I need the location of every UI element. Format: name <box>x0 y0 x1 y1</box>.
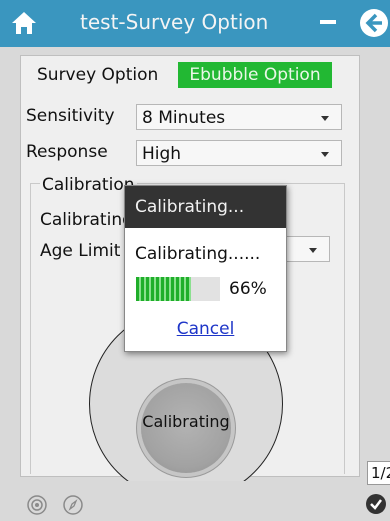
response-select[interactable]: High <box>136 140 342 166</box>
checkmark-icon[interactable] <box>365 493 387 515</box>
sensitivity-select[interactable]: 8 Minutes <box>136 104 342 130</box>
tab-ebubble-option[interactable]: Ebubble Option <box>178 62 332 88</box>
cancel-button[interactable]: Cancel <box>125 319 286 339</box>
back-arrow-icon[interactable] <box>358 7 390 39</box>
page-indicator[interactable]: 1/2 <box>367 461 390 485</box>
calibrating-label: Calibrating <box>40 210 133 230</box>
calibrating-dialog: Calibrating... Calibrating...... 66% Can… <box>124 185 287 352</box>
progress-percent: 66% <box>229 279 267 299</box>
tab-survey-option[interactable]: Survey Option <box>37 62 158 88</box>
window-title: test-Survey Option <box>80 10 269 34</box>
dialog-title: Calibrating... <box>125 186 286 228</box>
minimize-icon[interactable] <box>320 20 336 24</box>
home-icon[interactable] <box>10 10 38 36</box>
title-bar: test-Survey Option <box>0 0 390 47</box>
progress-bar <box>136 277 220 301</box>
chevron-down-icon <box>321 116 329 121</box>
sensitivity-value: 8 Minutes <box>142 108 226 128</box>
chevron-down-icon <box>321 152 329 157</box>
target-icon[interactable] <box>26 494 48 516</box>
response-value: High <box>142 144 182 164</box>
age-limit-label: Age Limit <box>40 241 121 261</box>
dialog-message: Calibrating...... <box>135 244 261 264</box>
compass-icon[interactable] <box>62 494 84 516</box>
sensitivity-label: Sensitivity <box>26 106 115 126</box>
age-limit-select[interactable] <box>280 236 330 262</box>
progress-fill <box>136 277 192 301</box>
calibrate-button-label: Calibrating <box>142 412 230 431</box>
chevron-down-icon <box>309 248 317 253</box>
bottom-bar <box>0 481 390 521</box>
response-label: Response <box>26 142 108 162</box>
calibration-legend: Calibration <box>40 175 137 195</box>
